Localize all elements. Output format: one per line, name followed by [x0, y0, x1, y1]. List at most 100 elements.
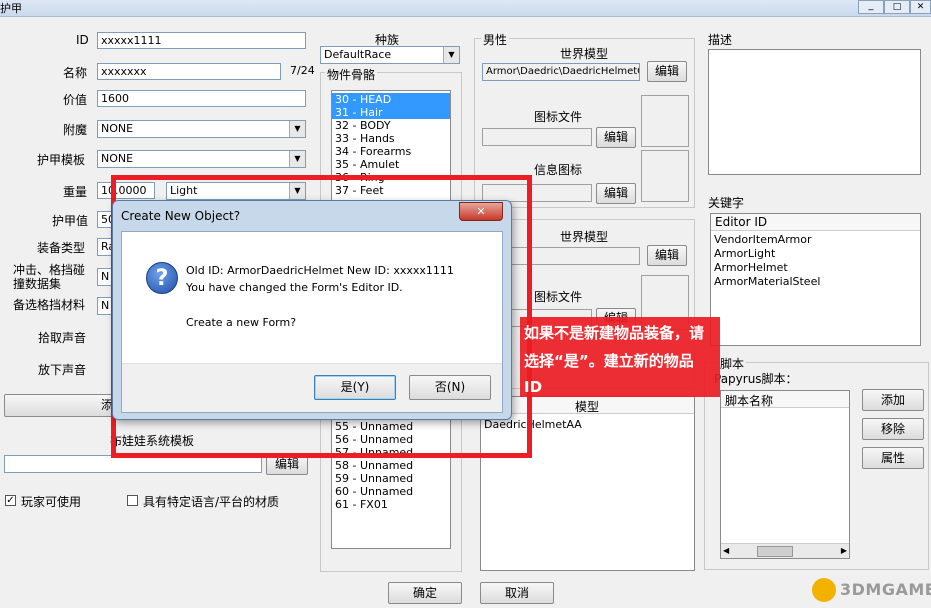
scroll-right-icon[interactable]: ▶	[841, 544, 847, 558]
list-item[interactable]: 60 - Unnamed	[332, 485, 413, 498]
name-label: 名称	[63, 66, 88, 80]
watermark-logo-icon	[812, 578, 836, 602]
script-scrollbar[interactable]: ◀ ▶	[721, 543, 849, 558]
list-item[interactable]: 35 - Amulet	[332, 158, 450, 171]
list-item[interactable]: 30 - HEAD	[332, 93, 450, 106]
list-item[interactable]: 59 - Unnamed	[332, 472, 413, 485]
dialog-line-old-new-id: Old ID: ArmorDaedricHelmet New ID: xxxxx…	[186, 264, 454, 277]
list-item[interactable]: ArmorHelmet	[711, 261, 820, 275]
scroll-left-icon[interactable]: ◀	[723, 544, 729, 558]
models-col-model[interactable]: 模型	[575, 398, 599, 415]
playable-checkbox[interactable]: ✓	[5, 495, 16, 506]
chevron-down-icon[interactable]: ▼	[289, 121, 305, 137]
alt-block-label: 备选格挡材料	[13, 298, 86, 312]
list-item[interactable]: 34 - Forearms	[332, 145, 450, 158]
ok-button[interactable]: 确定	[388, 582, 462, 604]
impact-label: 冲击、格挡碰撞数据集	[13, 263, 86, 291]
male-icon-file-label: 图标文件	[534, 110, 583, 124]
enchant-value: NONE	[101, 122, 134, 135]
id-input[interactable]: xxxxx1111	[97, 32, 306, 49]
close-button[interactable]: ✕	[910, 0, 931, 14]
create-object-dialog: Create New Object? ✕ ? Old ID: ArmorDaed…	[112, 200, 512, 420]
dialog-line-changed: You have changed the Form's Editor ID.	[186, 281, 403, 294]
no-button[interactable]: 否(N)	[409, 375, 491, 400]
weight-label: 重量	[63, 185, 88, 199]
list-item[interactable]: 32 - BODY	[332, 119, 450, 132]
template-value: NONE	[101, 152, 134, 165]
template-label: 护甲模板	[37, 153, 86, 167]
dialog-body: ? Old ID: ArmorDaedricHelmet New ID: xxx…	[121, 231, 503, 413]
lang-material-label: 具有特定语言/平台的材质	[143, 495, 280, 509]
list-item[interactable]: 31 - Hair	[332, 106, 450, 119]
keyword-items: VendorItemArmor ArmorLight ArmorHelmet A…	[711, 233, 820, 289]
keyword-list[interactable]: Editor ID VendorItemArmor ArmorLight Arm…	[710, 213, 921, 346]
script-header: 脚本名称	[721, 391, 849, 408]
list-item[interactable]: 58 - Unnamed	[332, 459, 413, 472]
watermark-text: 3DMGAME	[840, 580, 931, 599]
description-textarea[interactable]	[708, 49, 921, 175]
id-label: ID	[76, 33, 89, 47]
male-icon-file-input[interactable]	[482, 128, 592, 146]
cancel-button[interactable]: 取消	[480, 582, 554, 604]
bones-label: 物件骨骼	[325, 66, 378, 83]
script-properties-button[interactable]: 属性	[862, 447, 924, 469]
enchant-select[interactable]: NONE ▼	[97, 120, 306, 138]
annotation-line-3: ID	[524, 378, 543, 396]
dialog-footer: 是(Y) 否(N)	[122, 363, 502, 412]
name-char-count: 7/24	[290, 64, 315, 77]
keyword-label: 关键字	[708, 196, 745, 210]
list-item[interactable]: VendorItemArmor	[711, 233, 820, 247]
scroll-thumb[interactable]	[757, 546, 793, 557]
script-remove-button[interactable]: 移除	[862, 418, 924, 440]
name-input[interactable]: xxxxxxx	[97, 63, 281, 80]
race-select[interactable]: DefaultRace ▼	[320, 46, 460, 64]
male-icon-edit-button[interactable]: 编辑	[596, 127, 636, 148]
dialog-close-button[interactable]: ✕	[459, 202, 503, 221]
pickup-sound-label: 拾取声音	[38, 331, 87, 345]
list-item[interactable]: 61 - FX01	[332, 498, 413, 511]
question-icon: ?	[146, 262, 178, 294]
list-item[interactable]: ArmorMaterialSteel	[711, 275, 820, 289]
playable-label: 玩家可使用	[21, 495, 82, 509]
race-value: DefaultRace	[324, 48, 392, 61]
yes-button[interactable]: 是(Y)	[314, 375, 396, 400]
putdown-sound-label: 放下声音	[38, 363, 87, 377]
dialog-line-create: Create a new Form?	[186, 316, 297, 329]
minimize-button[interactable]: _	[858, 0, 884, 14]
keyword-col-editor-id[interactable]: Editor ID	[715, 215, 767, 229]
male-label: 男性	[481, 31, 510, 48]
annotation-line-2: 选择“是”。建立新的物品	[524, 352, 694, 370]
male-icon-preview	[641, 95, 689, 147]
male-message-icon-label: 信息图标	[534, 163, 583, 177]
armor-label: 护甲值	[52, 214, 89, 228]
male-message-icon-preview	[641, 150, 689, 202]
value-label: 价值	[63, 93, 88, 107]
template-select[interactable]: NONE ▼	[97, 150, 306, 168]
script-col-name[interactable]: 脚本名称	[725, 392, 773, 409]
annotation-line-1: 如果不是新建物品装备，请	[524, 324, 705, 342]
male-message-edit-button[interactable]: 编辑	[596, 183, 636, 204]
script-list[interactable]: 脚本名称 ◀ ▶	[720, 390, 850, 559]
male-world-model-edit-button[interactable]: 编辑	[647, 61, 687, 82]
lang-material-checkbox[interactable]	[127, 495, 138, 506]
dialog-title: Create New Object?	[121, 209, 241, 223]
keyword-header: Editor ID	[711, 214, 920, 231]
chevron-down-icon[interactable]: ▼	[443, 47, 459, 63]
male-world-model-input[interactable]: Armor\Daedric\DaedricHelmetGO	[482, 63, 640, 81]
enchant-label: 附魔	[63, 123, 88, 137]
female-world-model-edit-button[interactable]: 编辑	[647, 245, 687, 266]
female-icon-file-label: 图标文件	[534, 290, 583, 304]
female-world-model-label: 世界模型	[560, 230, 609, 244]
description-label: 描述	[708, 33, 733, 47]
male-world-model-label: 世界模型	[560, 47, 609, 61]
equip-label: 装备类型	[37, 241, 86, 255]
value-input[interactable]: 1600	[97, 90, 306, 107]
script-add-button[interactable]: 添加	[862, 389, 924, 411]
list-item[interactable]: ArmorLight	[711, 247, 820, 261]
window-title: 护甲	[0, 2, 22, 15]
title-bar: 护甲 _ □ ✕	[0, 0, 931, 17]
close-icon: ✕	[476, 205, 486, 218]
chevron-down-icon[interactable]: ▼	[289, 151, 305, 167]
list-item[interactable]: 33 - Hands	[332, 132, 450, 145]
maximize-button[interactable]: □	[884, 0, 910, 14]
